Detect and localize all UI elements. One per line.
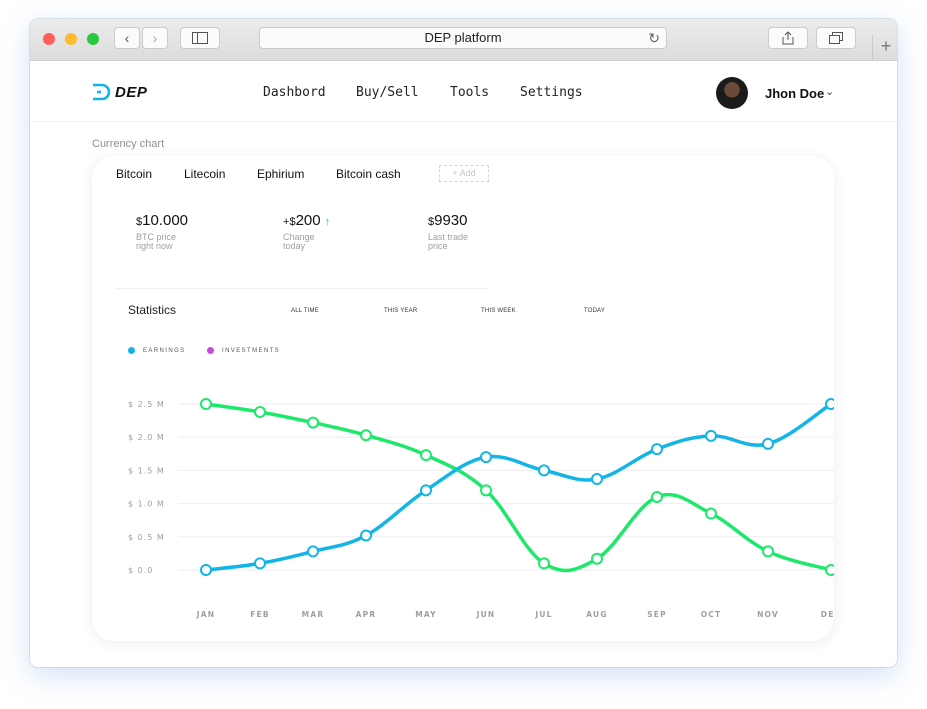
data-point <box>591 552 603 565</box>
statistics-chart: $ 0.0 $ 0.5 M $ 1.0 M $ 1.5 M $ 2.0 M $ 2.5 M… <box>128 398 834 619</box>
minimize-window-button[interactable] <box>65 33 77 45</box>
data-point <box>651 443 663 456</box>
x-tick-label: OCT <box>701 610 722 619</box>
logo-text: DEP <box>115 83 148 101</box>
x-tick-label: SEP <box>647 610 667 619</box>
data-point <box>762 437 774 450</box>
new-tab-button[interactable]: + <box>872 35 897 59</box>
data-point <box>420 484 432 497</box>
chevron-down-icon[interactable]: ⌄ <box>825 85 834 98</box>
share-button[interactable] <box>768 27 808 49</box>
data-point <box>200 398 212 410</box>
x-tick-label: NOV <box>757 610 779 619</box>
sidebar-icon <box>192 32 208 44</box>
x-tick-label: JUN <box>476 610 496 619</box>
url-text: DEP platform <box>424 30 502 45</box>
data-point <box>360 429 372 442</box>
data-point <box>538 557 550 570</box>
y-tick-label: $ 1.0 M <box>128 500 165 509</box>
data-point <box>480 484 492 497</box>
user-name[interactable]: Jhon Doe <box>765 86 824 101</box>
data-point <box>307 416 319 429</box>
data-point <box>538 464 550 477</box>
data-point <box>200 564 212 576</box>
y-tick-label: $ 1.5 M <box>128 466 165 475</box>
nav-buy-sell[interactable]: Buy/Sell <box>356 85 419 100</box>
currency-card: Bitcoin Litecoin Ephirium Bitcoin cash +… <box>92 156 834 641</box>
data-point <box>360 529 372 542</box>
data-point <box>705 507 717 520</box>
x-tick-label: MAR <box>302 610 325 619</box>
tabs-icon <box>829 32 843 44</box>
share-icon <box>782 31 794 45</box>
y-tick-label: $ 0.5 M <box>128 533 165 542</box>
tabs-overview-button[interactable] <box>816 27 856 49</box>
logo[interactable]: DEP <box>91 83 147 101</box>
data-point <box>705 429 717 442</box>
data-point <box>480 451 492 464</box>
back-icon: ‹ <box>124 30 130 46</box>
data-point <box>651 490 663 503</box>
x-tick-label: APR <box>356 610 377 619</box>
section-title: Currency chart <box>92 138 165 150</box>
data-point <box>420 449 432 462</box>
x-tick-label: AUG <box>586 610 607 619</box>
data-point <box>825 564 834 576</box>
sidebar-toggle-button[interactable] <box>180 27 220 49</box>
series-line-series-2 <box>204 402 833 573</box>
x-tick-label: DEC <box>821 610 834 619</box>
x-tick-label: JAN <box>196 610 215 619</box>
address-bar[interactable]: DEP platform ↻ <box>259 27 667 49</box>
series-line-earnings <box>204 402 833 572</box>
x-tick-label: JUL <box>534 610 552 619</box>
nav-settings[interactable]: Settings <box>520 85 583 100</box>
browser-window: ‹ › DEP platform ↻ + DEP Dashbord Buy/Se… <box>30 19 897 667</box>
maximize-window-button[interactable] <box>87 33 99 45</box>
forward-button[interactable]: › <box>142 27 168 49</box>
y-tick-label: $ 2.0 M <box>128 433 165 442</box>
y-tick-label: $ 0.0 <box>128 566 153 575</box>
nav-dashboard[interactable]: Dashbord <box>263 85 326 100</box>
reload-icon[interactable]: ↻ <box>648 28 660 48</box>
data-point <box>254 557 266 570</box>
top-navigation: DEP Dashbord Buy/Sell Tools Settings Jho… <box>30 61 897 122</box>
data-point <box>307 545 319 558</box>
nav-tools[interactable]: Tools <box>450 85 489 100</box>
back-button[interactable]: ‹ <box>114 27 140 49</box>
avatar[interactable] <box>716 77 748 109</box>
forward-icon: › <box>152 30 158 46</box>
x-tick-label: MAY <box>415 610 437 619</box>
dep-logo-icon <box>93 83 111 101</box>
x-tick-label: FEB <box>250 610 270 619</box>
data-point <box>254 405 266 418</box>
browser-titlebar: ‹ › DEP platform ↻ + <box>30 19 897 61</box>
close-window-button[interactable] <box>43 33 55 45</box>
data-point <box>825 398 834 410</box>
data-point <box>591 473 603 486</box>
data-point <box>762 545 774 558</box>
y-tick-label: $ 2.5 M <box>128 400 165 409</box>
